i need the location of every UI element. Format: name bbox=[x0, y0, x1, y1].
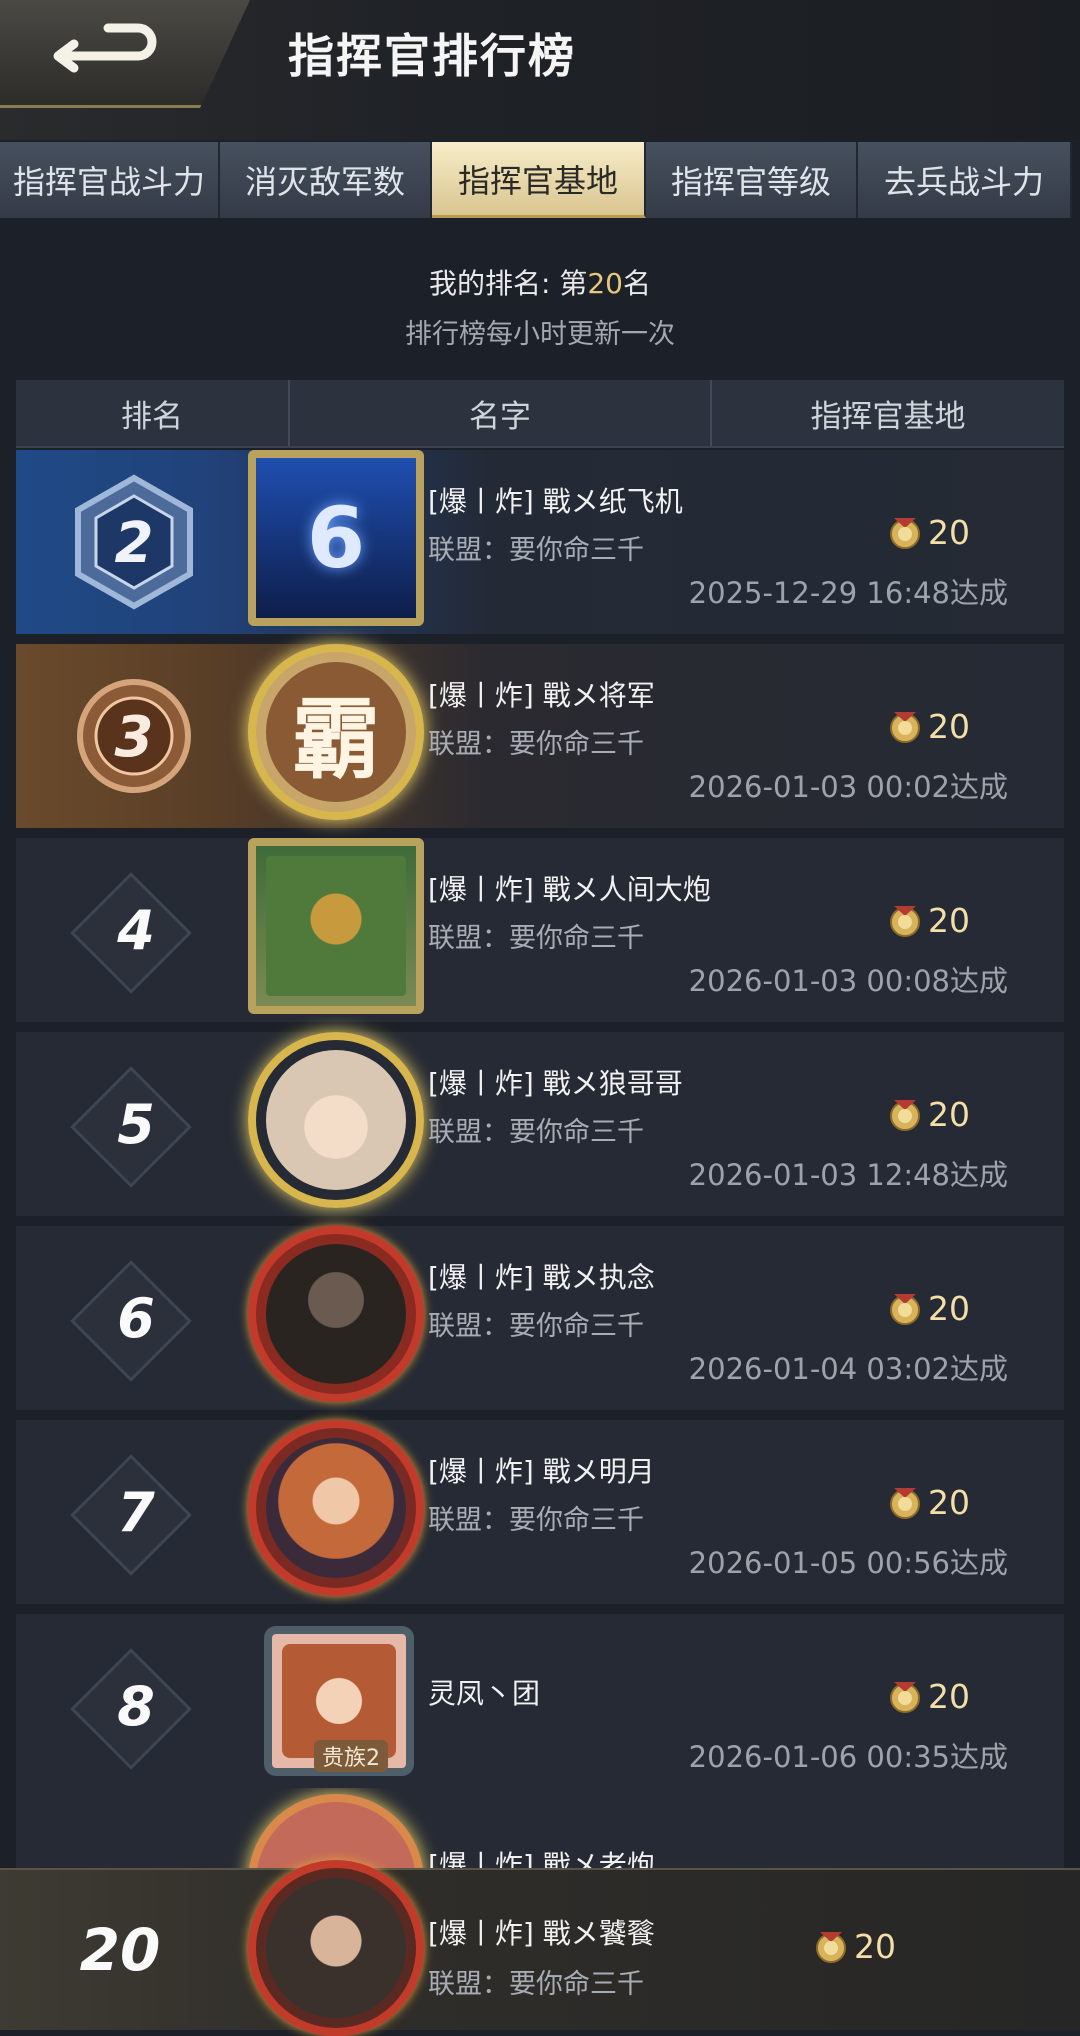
player-name: 灵凤丶团 bbox=[428, 1677, 541, 1710]
tab-troop-power[interactable]: 去兵战斗力 bbox=[858, 142, 1072, 218]
table-row[interactable]: 2 6 [爆丨炸] 戰メ纸飞机 联盟：要你命三千 20 2025-12-29 1… bbox=[16, 450, 1064, 634]
player-name: [爆丨炸] 戰メ人间大炮 bbox=[428, 873, 711, 906]
rank-number: 2 bbox=[115, 511, 154, 576]
base-medal-icon bbox=[890, 518, 920, 549]
base-medal-icon bbox=[890, 1100, 920, 1131]
rank-number: 5 bbox=[117, 1092, 155, 1156]
alliance-name: 联盟：要你命三千 bbox=[428, 1969, 644, 2000]
rank-number: 7 bbox=[117, 1480, 155, 1544]
base-medal-icon bbox=[890, 712, 920, 743]
player-name: [爆丨炸] 戰メ纸飞机 bbox=[428, 485, 683, 518]
tab-commander-base[interactable]: 指挥官基地 bbox=[432, 142, 646, 218]
table-row[interactable]: 5 [爆丨炸] 戰メ狼哥哥 联盟：要你命三千 20 2026-01-03 12:… bbox=[16, 1032, 1064, 1216]
header-bar: 指挥官排行榜 bbox=[0, 0, 1080, 140]
base-level: 20 bbox=[886, 1094, 970, 1134]
table-row[interactable]: 6 [爆丨炸] 戰メ执念 联盟：要你命三千 20 2026-01-04 03:0… bbox=[16, 1226, 1064, 1410]
tab-commander-level[interactable]: 指挥官等级 bbox=[646, 142, 858, 218]
table-row[interactable]: 8 贵族2 灵凤丶团 20 2026-01-06 00:35达成 bbox=[16, 1614, 1064, 1798]
bronze-rank-badge-icon: 3 bbox=[77, 679, 191, 793]
alliance-name: 联盟：要你命三千 bbox=[428, 535, 644, 566]
avatar[interactable] bbox=[248, 1420, 424, 1596]
avatar[interactable] bbox=[248, 1226, 424, 1402]
achieved-date: 2025-12-29 16:48达成 bbox=[688, 576, 1008, 610]
table-row[interactable]: 3 霸 [爆丨炸] 戰メ将军 联盟：要你命三千 20 2026-01-03 00… bbox=[16, 644, 1064, 828]
my-ranking-row[interactable]: 20 [爆丨炸] 戰メ饕餮 联盟：要你命三千 20 bbox=[0, 1860, 1080, 2036]
base-medal-icon bbox=[816, 1932, 846, 1963]
player-name: [爆丨炸] 戰メ明月 bbox=[428, 1455, 655, 1488]
base-level: 20 bbox=[886, 1676, 970, 1716]
alliance-name: 联盟：要你命三千 bbox=[428, 1117, 644, 1148]
avatar[interactable]: 霸 bbox=[248, 644, 424, 820]
rank-number: 4 bbox=[117, 898, 155, 962]
tab-bar: 指挥官战斗力 消灭敌军数 指挥官基地 指挥官等级 去兵战斗力 bbox=[0, 142, 1072, 218]
alliance-name: 联盟：要你命三千 bbox=[428, 729, 644, 760]
avatar[interactable] bbox=[248, 1794, 424, 1868]
column-header-name: 名字 bbox=[290, 380, 712, 446]
my-rank-number: 20 bbox=[587, 267, 623, 300]
rank-number: 3 bbox=[115, 705, 154, 770]
my-rank-text: 我的排名: 第20名 bbox=[429, 267, 651, 300]
achieved-date: 2026-01-03 00:02达成 bbox=[688, 770, 1008, 804]
ranking-list[interactable]: 2 6 [爆丨炸] 戰メ纸飞机 联盟：要你命三千 20 2025-12-29 1… bbox=[16, 450, 1064, 1808]
rank-number: 8 bbox=[117, 1674, 155, 1738]
avatar[interactable]: 6 bbox=[248, 450, 424, 626]
update-note: 排行榜每小时更新一次 bbox=[405, 319, 675, 350]
alliance-name: 联盟：要你命三千 bbox=[428, 1311, 644, 1342]
back-button[interactable] bbox=[0, 0, 250, 108]
player-name: [爆丨炸] 戰メ狼哥哥 bbox=[428, 1067, 683, 1100]
page-title: 指挥官排行榜 bbox=[288, 29, 576, 83]
alliance-name: 联盟：要你命三千 bbox=[428, 923, 644, 954]
table-row[interactable]: 7 [爆丨炸] 戰メ明月 联盟：要你命三千 20 2026-01-05 00:5… bbox=[16, 1420, 1064, 1604]
player-name: [爆丨炸] 戰メ老炮 bbox=[428, 1849, 655, 1868]
table-row-partial[interactable]: [爆丨炸] 戰メ老炮 bbox=[16, 1788, 1064, 1868]
table-header: 排名 名字 指挥官基地 bbox=[16, 380, 1064, 448]
base-level: 20 bbox=[812, 1926, 896, 1966]
tab-commander-power[interactable]: 指挥官战斗力 bbox=[0, 142, 220, 218]
avatar[interactable] bbox=[248, 1032, 424, 1208]
achieved-date: 2026-01-04 03:02达成 bbox=[688, 1352, 1008, 1386]
achieved-date: 2026-01-03 12:48达成 bbox=[688, 1158, 1008, 1192]
base-medal-icon bbox=[890, 1294, 920, 1325]
table-row[interactable]: 4 [爆丨炸] 戰メ人间大炮 联盟：要你命三千 20 2026-01-03 00… bbox=[16, 838, 1064, 1022]
base-medal-icon bbox=[890, 1488, 920, 1519]
base-level: 20 bbox=[886, 1288, 970, 1328]
achieved-date: 2026-01-05 00:56达成 bbox=[688, 1546, 1008, 1580]
base-level: 20 bbox=[886, 512, 970, 552]
tab-enemies-killed[interactable]: 消灭敌军数 bbox=[220, 142, 432, 218]
base-medal-icon bbox=[890, 906, 920, 937]
base-level: 20 bbox=[886, 900, 970, 940]
base-level: 20 bbox=[886, 1482, 970, 1522]
avatar[interactable] bbox=[248, 838, 424, 1014]
column-header-base: 指挥官基地 bbox=[810, 398, 966, 435]
base-medal-icon bbox=[890, 1682, 920, 1713]
rank-number: 6 bbox=[117, 1286, 155, 1350]
avatar[interactable]: 贵族2 bbox=[264, 1626, 414, 1776]
player-name: [爆丨炸] 戰メ将军 bbox=[428, 679, 655, 712]
column-header-rank: 排名 bbox=[16, 380, 290, 446]
achieved-date: 2026-01-03 00:08达成 bbox=[688, 964, 1008, 998]
back-arrow-icon bbox=[53, 23, 157, 73]
noble-tag: 贵族2 bbox=[314, 1740, 388, 1772]
base-level: 20 bbox=[886, 706, 970, 746]
player-name: [爆丨炸] 戰メ饕餮 bbox=[428, 1917, 655, 1950]
avatar[interactable] bbox=[248, 1860, 424, 2036]
alliance-name: 联盟：要你命三千 bbox=[428, 1505, 644, 1536]
player-name: [爆丨炸] 戰メ执念 bbox=[428, 1261, 655, 1294]
rank-number: 20 bbox=[79, 1916, 161, 1984]
silver-rank-badge-icon: 2 bbox=[75, 474, 193, 610]
achieved-date: 2026-01-06 00:35达成 bbox=[688, 1740, 1008, 1774]
